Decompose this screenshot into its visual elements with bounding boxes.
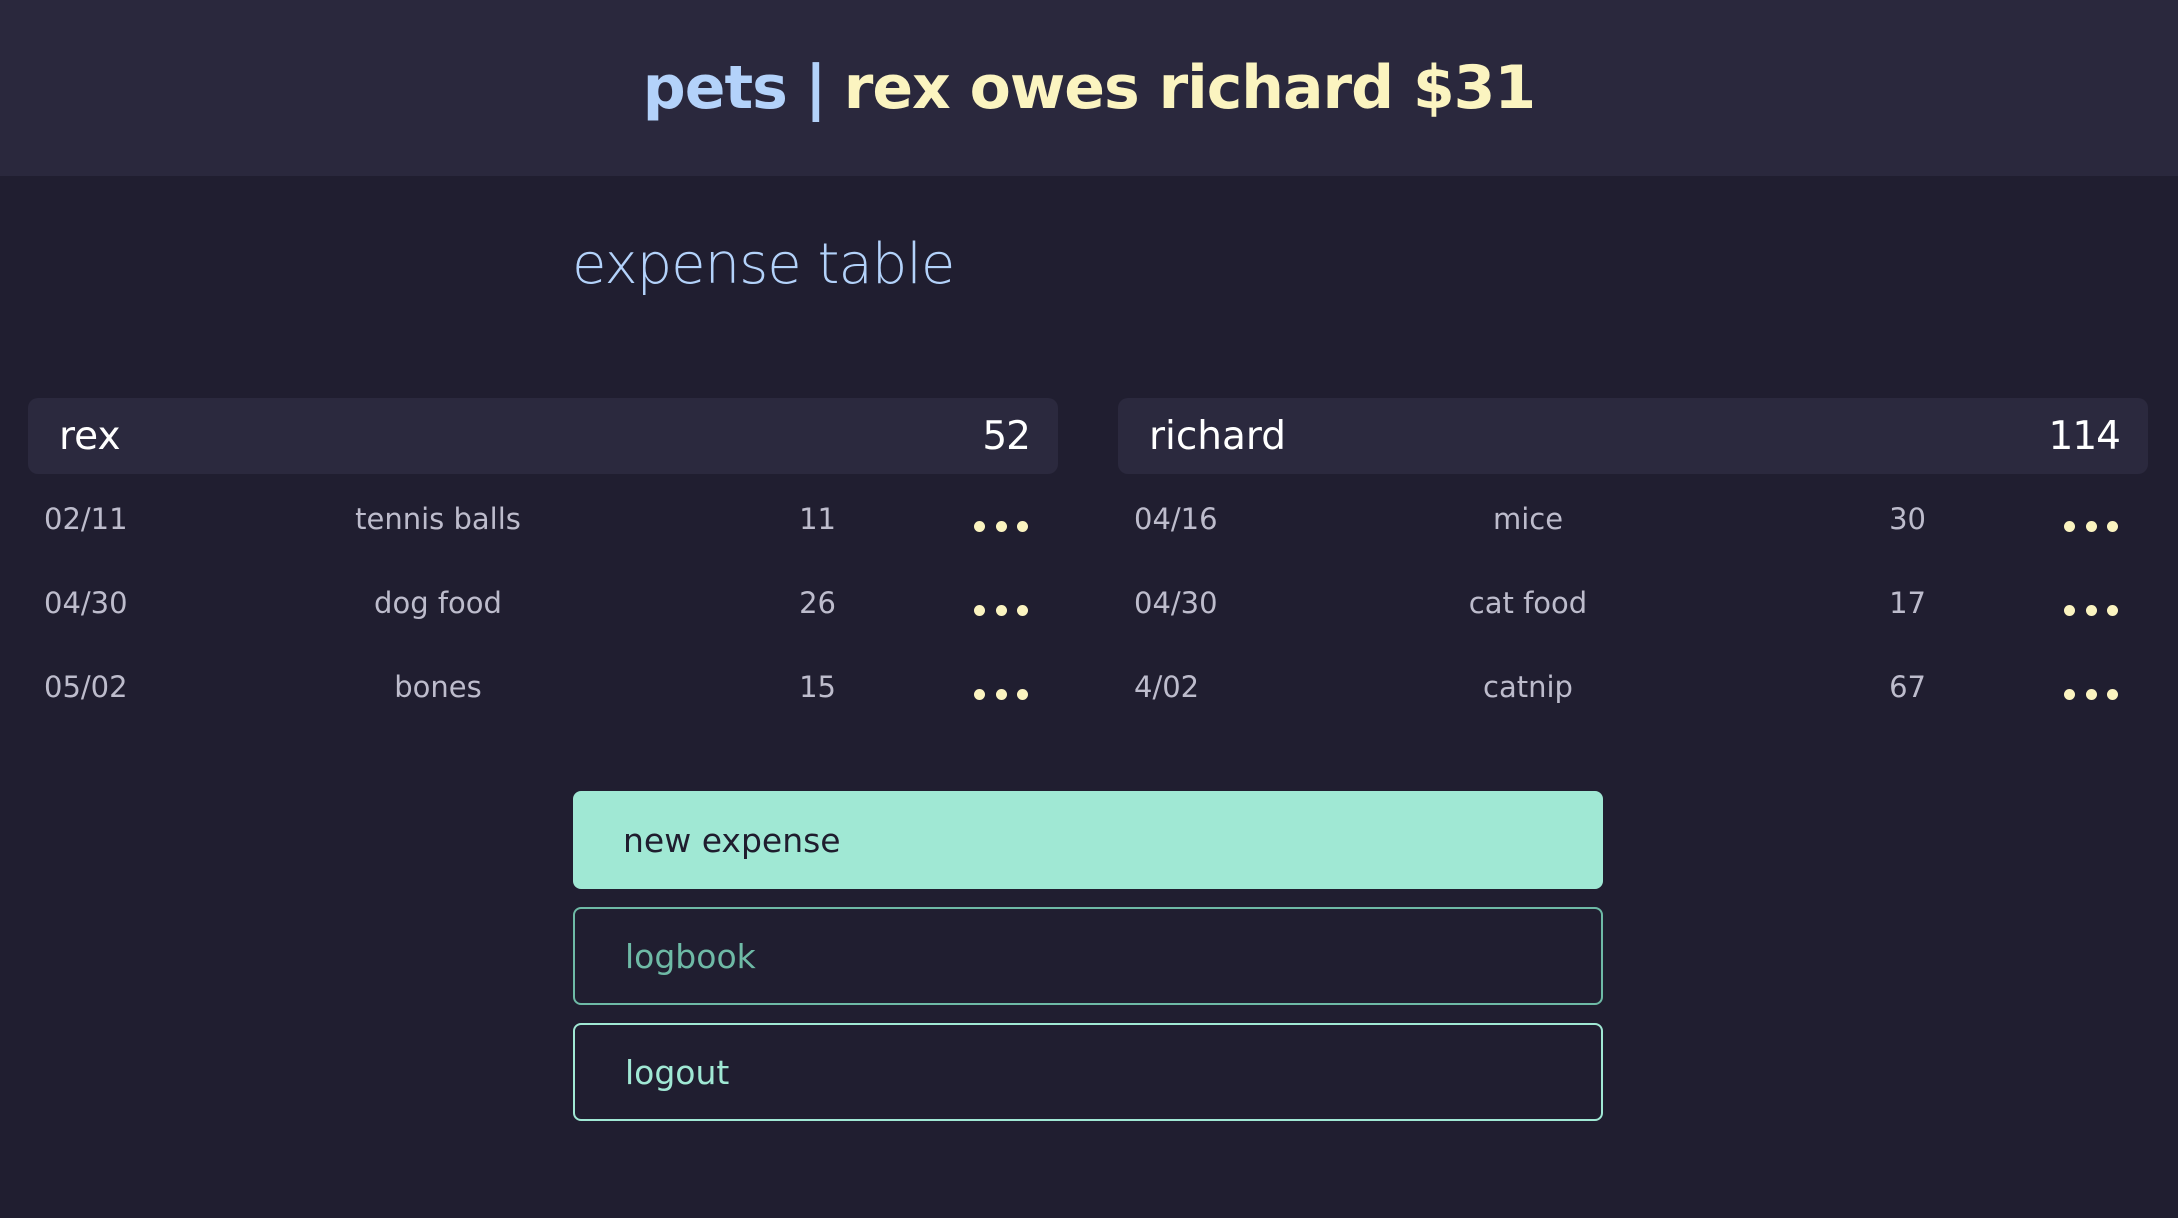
header-separator: |: [804, 53, 827, 123]
balance-summary: rex owes richard $31: [843, 53, 1536, 123]
expense-date: 4/02: [1134, 670, 1200, 704]
section-title: expense table: [572, 232, 955, 297]
logout-button[interactable]: logout: [573, 1023, 1603, 1121]
expense-date: 05/02: [44, 670, 128, 704]
column-header: rex 52: [28, 398, 1058, 474]
column-total: 114: [2048, 413, 2121, 459]
more-horizontal-icon[interactable]: [974, 682, 1028, 706]
expense-description: tennis balls: [355, 502, 521, 536]
expense-column-richard: richard 114 04/16 mice 30 04/30 cat food…: [1118, 398, 2148, 740]
column-person-name: richard: [1149, 413, 1287, 459]
page-header: pets | rex owes richard $31: [0, 0, 2178, 176]
expense-row: 05/02 bones 15: [28, 656, 1058, 740]
expense-amount: 26: [799, 586, 836, 620]
expense-list: 04/16 mice 30 04/30 cat food 17 4/02 cat…: [1118, 488, 2148, 740]
column-total: 52: [982, 413, 1031, 459]
expense-description: catnip: [1483, 670, 1573, 704]
expense-description: dog food: [374, 586, 502, 620]
expense-description: bones: [394, 670, 482, 704]
more-horizontal-icon[interactable]: [974, 598, 1028, 622]
expense-row: 4/02 catnip 67: [1118, 656, 2148, 740]
expense-amount: 30: [1889, 502, 1926, 536]
expense-amount: 11: [799, 502, 836, 536]
expense-date: 04/30: [44, 586, 128, 620]
expense-date: 04/16: [1134, 502, 1218, 536]
expense-column-rex: rex 52 02/11 tennis balls 11 04/30 dog f…: [28, 398, 1058, 740]
expense-amount: 15: [799, 670, 836, 704]
expense-amount: 17: [1889, 586, 1926, 620]
more-horizontal-icon[interactable]: [2064, 682, 2118, 706]
more-horizontal-icon[interactable]: [2064, 598, 2118, 622]
logbook-button[interactable]: logbook: [573, 907, 1603, 1005]
expense-description: mice: [1492, 502, 1564, 536]
column-person-name: rex: [59, 413, 121, 459]
more-horizontal-icon[interactable]: [974, 514, 1028, 538]
expense-row: 04/30 dog food 26: [28, 572, 1058, 656]
expense-date: 02/11: [44, 502, 128, 536]
expense-row: 02/11 tennis balls 11: [28, 488, 1058, 572]
expense-row: 04/30 cat food 17: [1118, 572, 2148, 656]
more-horizontal-icon[interactable]: [2064, 514, 2118, 538]
group-name: pets: [642, 53, 788, 123]
expense-date: 04/30: [1134, 586, 1218, 620]
expense-row: 04/16 mice 30: [1118, 488, 2148, 572]
column-header: richard 114: [1118, 398, 2148, 474]
new-expense-button[interactable]: new expense: [573, 791, 1603, 889]
expense-amount: 67: [1889, 670, 1926, 704]
expense-description: cat food: [1468, 586, 1588, 620]
expense-list: 02/11 tennis balls 11 04/30 dog food 26 …: [28, 488, 1058, 740]
